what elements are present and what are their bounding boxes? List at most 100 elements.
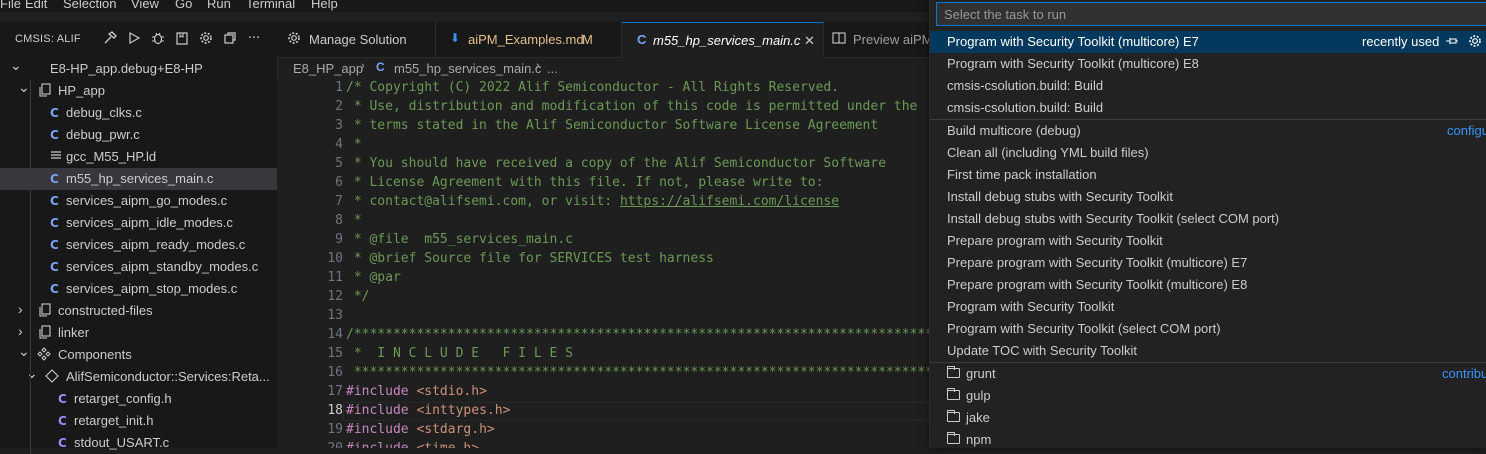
task-item[interactable]: gulp [930,385,1486,407]
tree-item[interactable]: Cretarget_config.h [0,388,277,410]
tree-item[interactable]: ⌄ AlifSemiconductor::Services:Reta... [0,365,277,388]
menu-help[interactable]: Help [311,0,338,11]
tree-item[interactable]: Cservices_aipm_standby_modes.c [0,256,277,278]
line-number: 5 [335,156,343,171]
c-file-icon: C [637,32,647,47]
task-item[interactable]: Prepare program with Security Toolkit [930,230,1486,252]
task-item[interactable]: jake [930,407,1486,429]
task-item[interactable]: First time pack installation [930,164,1486,186]
book-icon[interactable] [174,31,190,47]
task-item[interactable]: grunt contribu [930,363,1486,385]
task-item[interactable]: Prepare program with Security Toolkit (m… [930,252,1486,274]
tree-item[interactable]: › linker [0,322,277,344]
tree-item[interactable]: Cservices_aipm_go_modes.c [0,190,277,212]
play-icon[interactable] [126,31,142,47]
tree-item[interactable]: gcc_M55_HP.ld [0,146,277,168]
gear-icon[interactable] [198,31,214,47]
tree-item[interactable]: Cm55_hp_services_main.c [0,168,277,190]
tree-item[interactable]: Cdebug_clks.c [0,102,277,124]
task-search-input[interactable]: Select the task to run [936,2,1486,26]
code-line: * [346,137,362,152]
gear-icon[interactable] [1468,34,1482,51]
menu-terminal[interactable]: Terminal [246,0,295,11]
tree-item[interactable]: Cservices_aipm_idle_modes.c [0,212,277,234]
tab-preview-aipm[interactable]: Preview aiPM [824,22,945,57]
tree-item[interactable]: ⌄ E8-HP_app.debug+E8-HP [0,57,277,80]
task-item[interactable]: Program with Security Toolkit (multicore… [930,31,1486,53]
chevron-right-icon[interactable]: › [18,301,30,317]
debug-icon[interactable] [150,31,166,47]
task-item[interactable]: cmsis-csolution.build: Build [930,75,1486,97]
tree-item[interactable]: ⌄ Components [0,343,277,366]
task-label: npm [966,432,992,447]
task-item[interactable]: Prepare program with Security Toolkit (m… [930,274,1486,296]
chevron-down-icon[interactable]: ⌄ [10,57,22,73]
task-item[interactable]: cmsis-csolution.build: Build [930,97,1486,119]
tree-item-label: linker [58,325,90,340]
menu-view[interactable]: View [131,0,159,11]
tree-item[interactable]: ⌄ HP_app [0,79,277,102]
menu-file[interactable]: File [0,0,21,11]
split-icon[interactable] [222,31,238,47]
files-icon [38,303,52,319]
task-item[interactable]: Program with Security Toolkit (select CO… [930,318,1486,340]
c-file-icon: C [50,260,59,274]
tree-item[interactable]: Cstdout_USART.c [0,432,277,454]
c-file-icon: C [50,172,59,186]
indent-guide [30,80,31,454]
breadcrumb-more[interactable]: ... [547,61,558,76]
line-number: 3 [335,118,343,133]
code-editor[interactable]: 1/* Copyright (C) 2022 Alif Semiconducto… [277,79,929,448]
task-item[interactable]: Clean all (including YML build files) [930,142,1486,164]
tab-aipm-examples[interactable]: ⬇ aiPM_Examples.md M [436,22,622,57]
menu-run[interactable]: Run [207,0,231,11]
breadcrumb-folder[interactable]: E8_HP_app [293,61,363,76]
comment-text: * [346,213,362,228]
tree-item[interactable]: Cservices_aipm_stop_modes.c [0,278,277,300]
pin-icon[interactable] [1445,34,1459,51]
task-label: jake [966,410,990,425]
task-label: grunt [966,366,996,381]
group-label: contribu [1442,366,1486,381]
task-item[interactable]: Install debug stubs with Security Toolki… [930,208,1486,230]
tab-m55-hp-services-main[interactable]: C m55_hp_services_main.c ✕ [622,22,824,58]
include-path: <stdarg.h> [408,422,495,437]
menu-selection[interactable]: Selection [63,0,116,11]
task-item[interactable]: Install debug stubs with Security Toolki… [930,186,1486,208]
hammer-icon[interactable] [102,31,118,47]
task-item[interactable]: Update TOC with Security Toolkit [930,340,1486,362]
include-path: <inttypes.h> [408,403,511,418]
task-item[interactable]: Build multicore (debug) configu [930,120,1486,142]
line-number: 10 [327,251,343,266]
menu-edit[interactable]: Edit [25,0,47,11]
c-file-icon: C [50,216,59,230]
comment-text: /***************************************… [346,327,929,342]
ellipsis-icon[interactable]: ··· [246,31,262,47]
tree-item[interactable]: Cservices_aipm_ready_modes.c [0,234,277,256]
close-icon[interactable]: ✕ [804,33,815,49]
tab-manage-solution[interactable]: Manage Solution [277,22,436,57]
tree-item-label: Components [58,347,132,362]
tree-item[interactable]: Cdebug_pwr.c [0,124,277,146]
chevron-down-icon[interactable]: ⌄ [18,79,30,95]
chevron-right-icon[interactable]: › [18,323,30,339]
line-number: 18 [327,403,343,418]
chevron-down-icon[interactable]: ⌄ [26,365,38,381]
tree-item-label: gcc_M55_HP.ld [66,149,157,164]
comment-text: * I N C L U D E F I L E S [346,346,573,361]
task-label: Program with Security Toolkit (multicore… [947,56,1199,71]
code-line: * terms stated in the Alif Semiconductor… [346,118,878,133]
breadcrumb-file[interactable]: m55_hp_services_main.c [394,61,541,76]
tree-item[interactable]: › constructed-files [0,300,277,322]
tree-item-label: services_aipm_stop_modes.c [66,281,238,296]
chevron-down-icon[interactable]: ⌄ [18,343,30,359]
line-number: 11 [327,270,343,285]
tree-item-label: services_aipm_idle_modes.c [66,215,233,230]
task-item[interactable]: Program with Security Toolkit [930,296,1486,318]
task-item[interactable]: Program with Security Toolkit (multicore… [930,53,1486,75]
code-line: * Use, distribution and modification of … [346,99,918,114]
license-link[interactable]: https://alifsemi.com/license [620,194,839,209]
tree-item[interactable]: Cretarget_init.h [0,410,277,432]
menu-go[interactable]: Go [175,0,192,11]
line-number: 16 [327,365,343,380]
